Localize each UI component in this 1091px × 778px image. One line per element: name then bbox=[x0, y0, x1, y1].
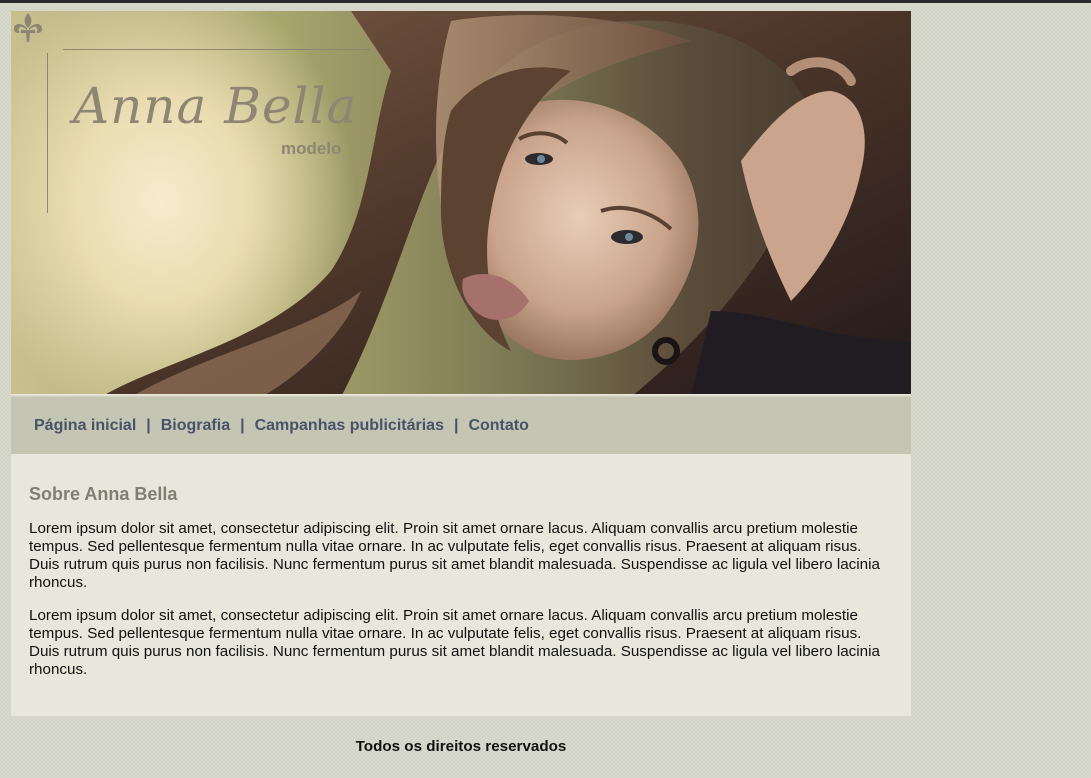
main-nav: Página inicial | Biografia | Campanhas p… bbox=[11, 397, 911, 454]
paragraph: Lorem ipsum dolor sit amet, consectetur … bbox=[29, 607, 880, 678]
fleur-de-lis-icon bbox=[14, 13, 42, 42]
model-photo bbox=[101, 11, 911, 397]
nav-link-campaigns[interactable]: Campanhas publicitárias bbox=[255, 417, 444, 435]
page-wrapper: Anna Bella modelo Página inicial | Biogr… bbox=[11, 11, 911, 772]
window-top-border bbox=[0, 0, 1091, 3]
brand-subtitle: modelo bbox=[281, 139, 342, 158]
main-content: Sobre Anna Bella Lorem ipsum dolor sit a… bbox=[11, 454, 911, 716]
nav-separator: | bbox=[146, 416, 151, 434]
header-banner: Anna Bella modelo bbox=[11, 11, 911, 397]
nav-link-biography[interactable]: Biografia bbox=[161, 417, 230, 435]
section-heading: Sobre Anna Bella bbox=[29, 484, 178, 504]
brand-horizontal-line bbox=[63, 49, 371, 50]
nav-separator: | bbox=[240, 416, 245, 434]
nav-link-contact[interactable]: Contato bbox=[468, 417, 528, 435]
banner-bottom-rule bbox=[11, 394, 911, 397]
nav-separator: | bbox=[453, 416, 459, 434]
footer-text: Todos os direitos reservados bbox=[355, 738, 567, 755]
brand-vertical-line bbox=[47, 53, 48, 213]
brand-name: Anna Bella bbox=[73, 77, 358, 135]
nav-link-home[interactable]: Página inicial bbox=[34, 417, 136, 435]
paragraph: Lorem ipsum dolor sit amet, consectetur … bbox=[29, 520, 880, 591]
